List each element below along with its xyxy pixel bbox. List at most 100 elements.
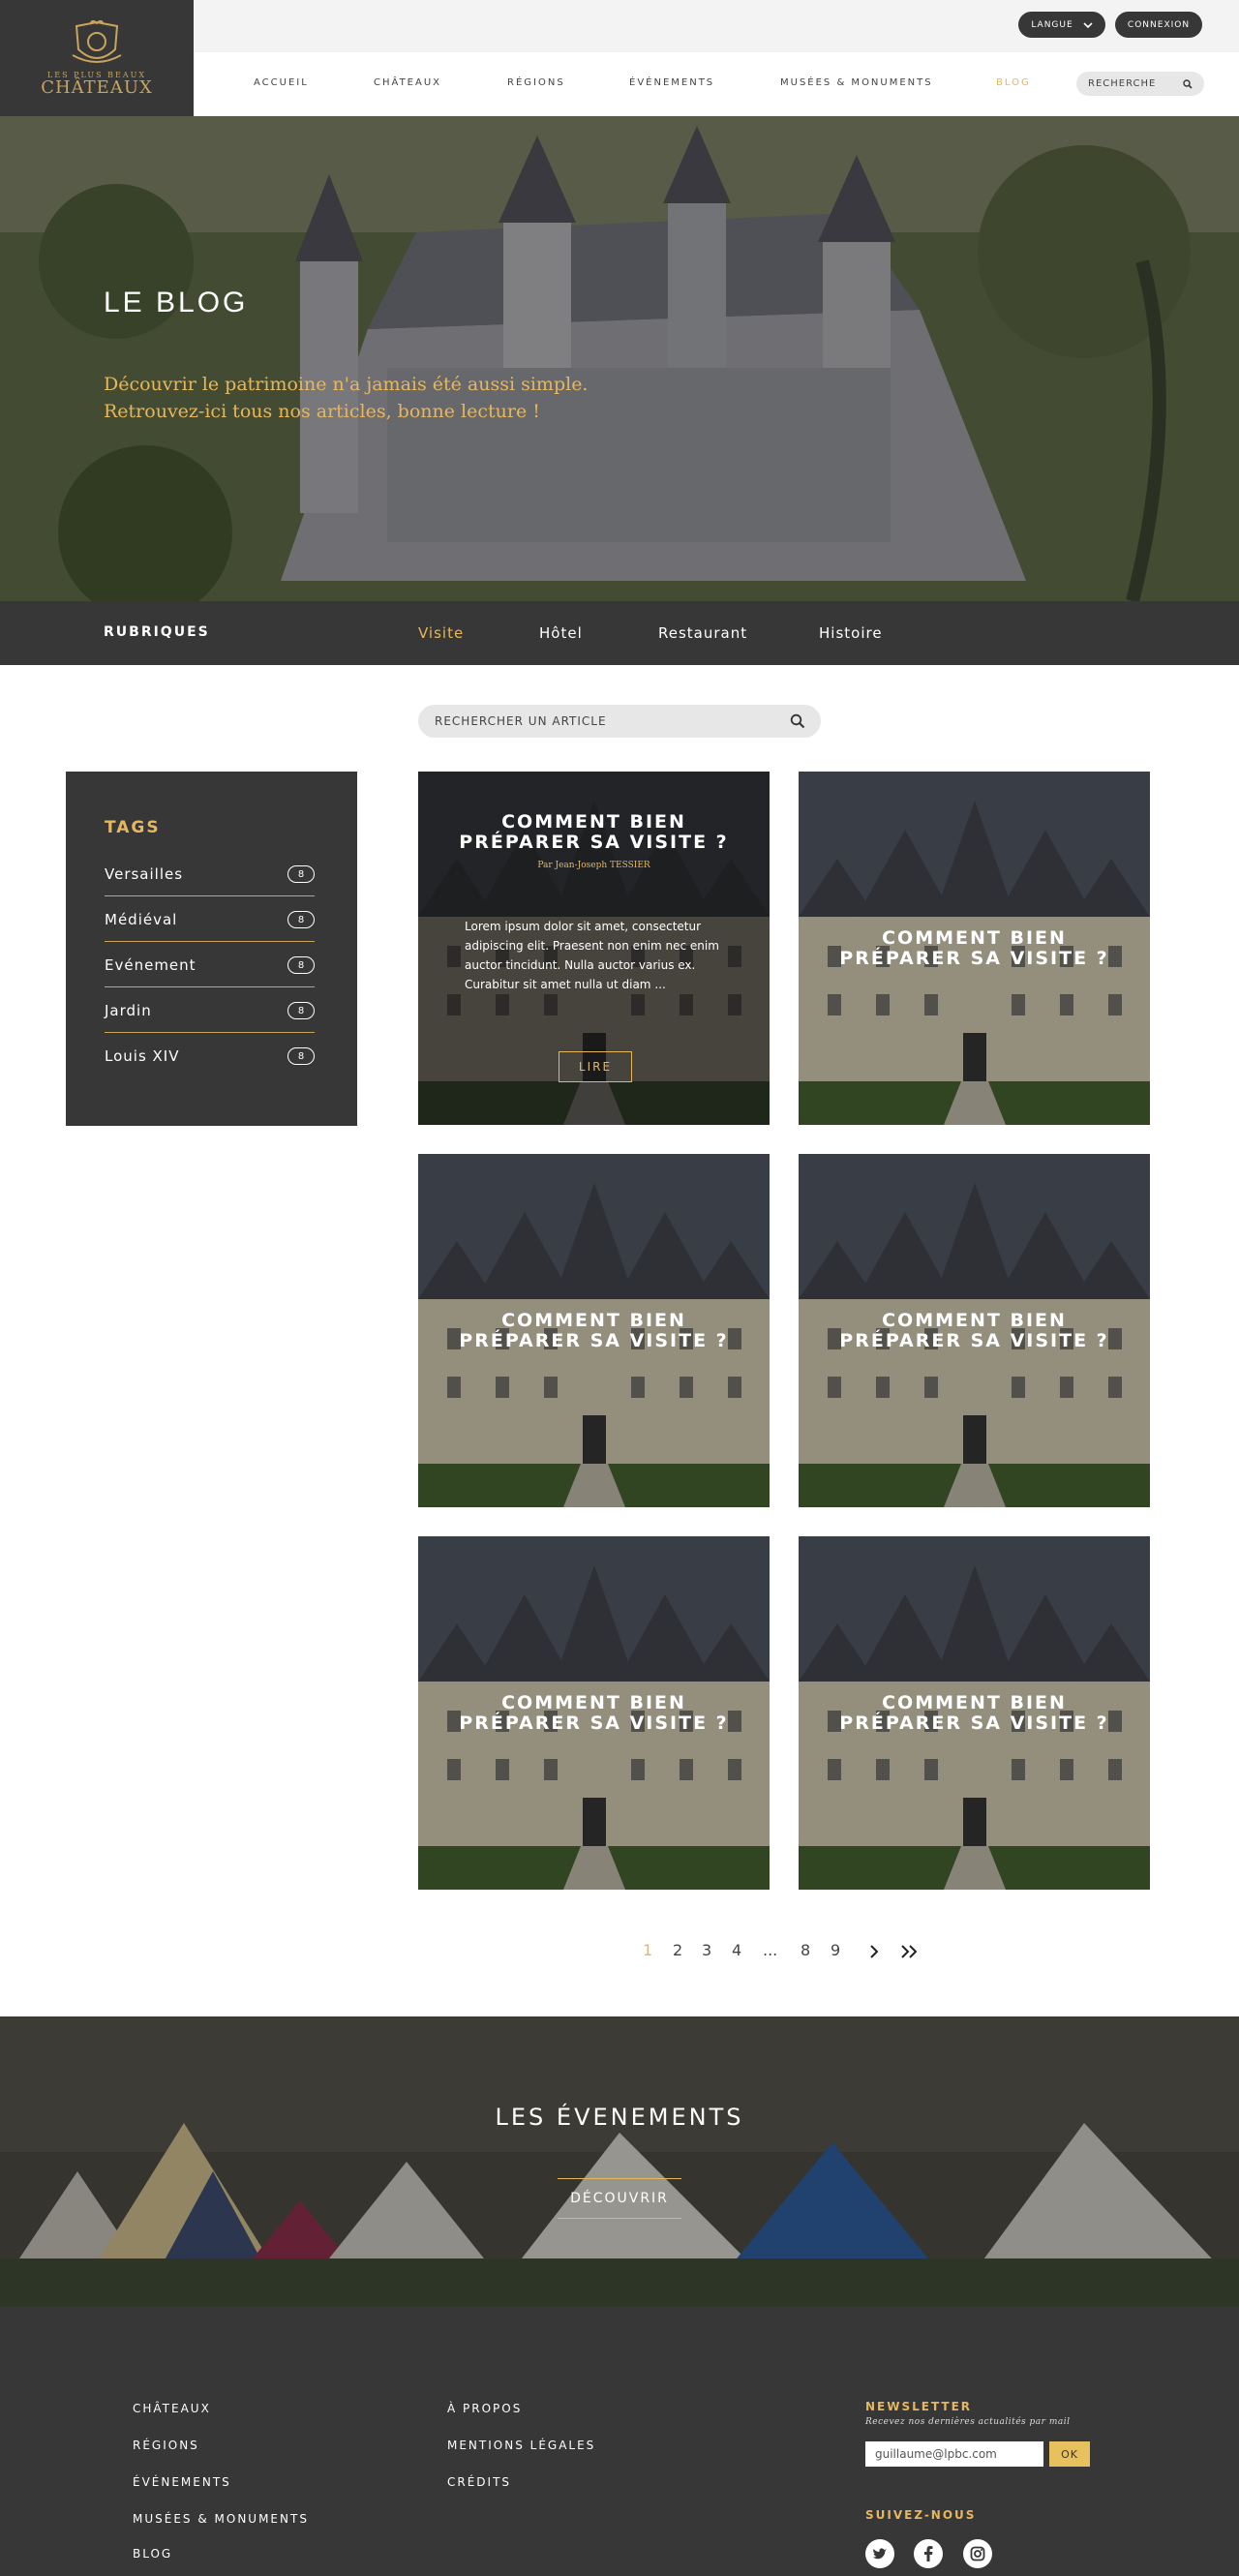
language-selector[interactable]: LANGUE — [1018, 12, 1105, 38]
footer-link-mentions[interactable]: MENTIONS LÉGALES — [447, 2439, 595, 2452]
tag-item[interactable]: Versailles 8 — [105, 851, 315, 896]
newsletter-note: Recevez nos dernières actualités par mai… — [865, 2417, 1071, 2427]
main-nav: ACCUEIL CHÂTEAUX RÉGIONS ÉVÉNEMENTS MUSÉ… — [194, 52, 1239, 116]
article-title-line1: COMMENT BIEN — [882, 1310, 1067, 1331]
rubrique-hotel[interactable]: Hôtel — [539, 624, 583, 642]
site-footer: CHÂTEAUX RÉGIONS ÉVÉNEMENTS MUSÉES & MON… — [0, 2307, 1239, 2576]
header-search-field[interactable]: RECHERCHE — [1076, 72, 1204, 96]
tag-count-badge: 8 — [287, 956, 315, 974]
site-logo[interactable]: LES PLUS BEAUX CHÂTEAUX — [0, 0, 194, 116]
footer-link-chateaux[interactable]: CHÂTEAUX — [133, 2402, 211, 2415]
page-link-2[interactable]: 2 — [673, 1941, 682, 1959]
article-title: COMMENT BIEN PRÉPARER SA VISITE ? — [438, 812, 750, 853]
footer-link-blog[interactable]: BLOG — [133, 2547, 172, 2561]
read-article-button[interactable]: LIRE — [559, 1051, 632, 1082]
article-title-line2: PRÉPARER SA VISITE ? — [459, 1712, 729, 1734]
nav-item-chateaux[interactable]: CHÂTEAUX — [374, 77, 441, 88]
article-title: COMMENT BIEN PRÉPARER SA VISITE ? — [818, 1693, 1131, 1734]
page-title: LE BLOG — [104, 287, 249, 318]
events-title: LES ÉVENEMENTS — [495, 2104, 744, 2131]
article-title-line2: PRÉPARER SA VISITE ? — [839, 1712, 1109, 1734]
search-icon[interactable] — [1183, 79, 1193, 89]
newsletter-title: NEWSLETTER — [865, 2400, 973, 2413]
nav-item-blog[interactable]: BLOG — [996, 77, 1031, 88]
article-title: COMMENT BIEN PRÉPARER SA VISITE ? — [818, 1311, 1131, 1351]
article-title-line2: PRÉPARER SA VISITE ? — [459, 832, 729, 853]
tag-label: Médiéval — [105, 911, 178, 928]
language-label: LANGUE — [1031, 19, 1073, 30]
twitter-icon[interactable] — [865, 2539, 894, 2568]
chevron-down-icon — [1083, 21, 1093, 28]
nav-item-musees[interactable]: MUSÉES & MONUMENTS — [780, 77, 933, 88]
newsletter-submit-button[interactable]: OK — [1049, 2441, 1090, 2467]
rubriques-bar: RUBRIQUES Visite Hôtel Restaurant Histoi… — [0, 601, 1239, 665]
article-title-line2: PRÉPARER SA VISITE ? — [839, 1330, 1109, 1351]
hero-subtitle-line1: Découvrir le patrimoine n'a jamais été a… — [104, 374, 589, 395]
page-link-4[interactable]: 4 — [732, 1941, 741, 1959]
page-link-3[interactable]: 3 — [702, 1941, 711, 1959]
header-search-label: RECHERCHE — [1088, 78, 1157, 89]
article-title-line1: COMMENT BIEN — [882, 927, 1067, 949]
article-search-input[interactable]: RECHERCHER UN ARTICLE — [418, 705, 821, 738]
page-link-1[interactable]: 1 — [643, 1941, 652, 1959]
tag-count-badge: 8 — [287, 911, 315, 928]
page-link-9[interactable]: 9 — [831, 1941, 840, 1959]
search-icon[interactable] — [790, 713, 805, 729]
footer-link-regions[interactable]: RÉGIONS — [133, 2439, 199, 2452]
login-label: CONNEXION — [1127, 19, 1191, 30]
footer-link-credits[interactable]: CRÉDITS — [447, 2475, 511, 2489]
hero-banner: LE BLOG Découvrir le patrimoine n'a jama… — [0, 116, 1239, 601]
hero-subtitle-line2: Retrouvez-ici tous nos articles, bonne l… — [104, 401, 540, 422]
crest-icon — [72, 19, 122, 63]
tag-label: Louis XIV — [105, 1047, 180, 1065]
top-bar: LANGUE CONNEXION — [194, 0, 1239, 52]
article-title: COMMENT BIEN PRÉPARER SA VISITE ? — [438, 1311, 750, 1351]
article-card[interactable]: COMMENT BIEN PRÉPARER SA VISITE ? — [799, 772, 1150, 1125]
tag-count-badge: 8 — [287, 1002, 315, 1019]
login-button[interactable]: CONNEXION — [1115, 12, 1202, 38]
article-title-line1: COMMENT BIEN — [501, 811, 686, 833]
tag-label: Jardin — [105, 1002, 152, 1019]
article-search-placeholder: RECHERCHER UN ARTICLE — [435, 714, 607, 728]
page-ellipsis: ... — [763, 1941, 778, 1959]
discover-events-button[interactable]: DÉCOUVRIR — [558, 2178, 681, 2219]
article-title-line1: COMMENT BIEN — [501, 1692, 686, 1713]
footer-link-a-propos[interactable]: À PROPOS — [447, 2402, 522, 2415]
tag-label: Versailles — [105, 865, 184, 883]
article-excerpt: Lorem ipsum dolor sit amet, consectetur … — [465, 920, 719, 991]
footer-link-musees[interactable]: MUSÉES & MONUMENTS — [133, 2512, 309, 2526]
rubrique-visite[interactable]: Visite — [418, 624, 464, 642]
article-card[interactable]: COMMENT BIEN PRÉPARER SA VISITE ? — [799, 1536, 1150, 1890]
page-link-8[interactable]: 8 — [801, 1941, 810, 1959]
follow-title: SUIVEZ-NOUS — [865, 2508, 977, 2522]
tag-label: Evénement — [105, 956, 196, 974]
tag-item[interactable]: Louis XIV 8 — [105, 1033, 315, 1078]
article-card[interactable]: COMMENT BIEN PRÉPARER SA VISITE ? — [799, 1154, 1150, 1507]
events-banner: LES ÉVENEMENTS DÉCOUVRIR — [0, 2016, 1239, 2307]
facebook-icon[interactable] — [914, 2539, 943, 2568]
tag-item[interactable]: Jardin 8 — [105, 987, 315, 1033]
tag-count-badge: 8 — [287, 1047, 315, 1065]
tag-item[interactable]: Médiéval 8 — [105, 896, 315, 942]
rubrique-restaurant[interactable]: Restaurant — [658, 624, 747, 642]
pagination: 1 2 3 4 ... 8 9 — [0, 1941, 1239, 1964]
nav-item-evenements[interactable]: ÉVÉNEMENTS — [629, 77, 714, 88]
double-chevron-right-icon[interactable] — [900, 1945, 920, 1958]
logo-name: CHÂTEAUX — [41, 76, 153, 98]
newsletter-email-input[interactable]: guillaume@lpbc.com — [865, 2441, 1043, 2467]
nav-item-accueil[interactable]: ACCUEIL — [254, 77, 309, 88]
article-card[interactable]: COMMENT BIEN PRÉPARER SA VISITE ? Par Jean… — [418, 772, 770, 1125]
nav-item-regions[interactable]: RÉGIONS — [507, 77, 565, 88]
article-title-line2: PRÉPARER SA VISITE ? — [839, 948, 1109, 969]
rubrique-histoire[interactable]: Histoire — [819, 624, 883, 642]
tags-title: TAGS — [105, 818, 161, 837]
article-title: COMMENT BIEN PRÉPARER SA VISITE ? — [438, 1693, 750, 1734]
article-title: COMMENT BIEN PRÉPARER SA VISITE ? — [818, 928, 1131, 969]
chevron-right-icon[interactable] — [868, 1945, 880, 1958]
footer-link-evenements[interactable]: ÉVÉNEMENTS — [133, 2475, 231, 2489]
article-card[interactable]: COMMENT BIEN PRÉPARER SA VISITE ? — [418, 1154, 770, 1507]
tag-item[interactable]: Evénement 8 — [105, 942, 315, 987]
article-title-line1: COMMENT BIEN — [501, 1310, 686, 1331]
article-card[interactable]: COMMENT BIEN PRÉPARER SA VISITE ? — [418, 1536, 770, 1890]
instagram-icon[interactable] — [963, 2539, 992, 2568]
